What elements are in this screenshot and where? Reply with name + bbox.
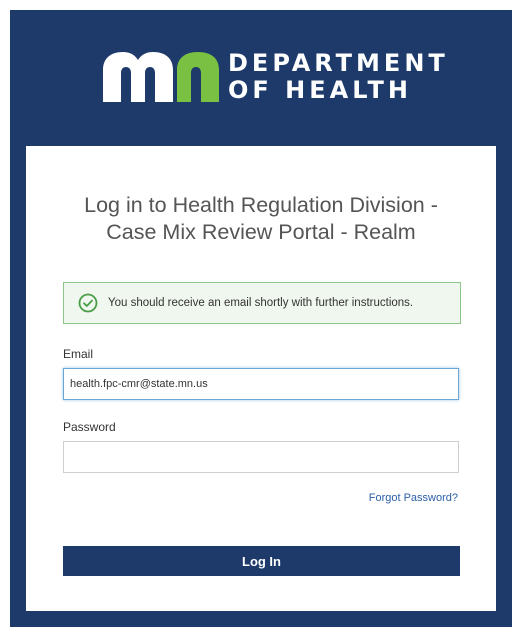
page-title: Log in to Health Regulation Division - C… [26, 192, 496, 246]
department-name: DEPARTMENT OF HEALTH [228, 50, 449, 104]
title-line2: Case Mix Review Portal - Realm [106, 220, 416, 244]
page-frame: DEPARTMENT OF HEALTH Log in to Health Re… [10, 10, 512, 627]
login-card: Log in to Health Regulation Division - C… [26, 146, 496, 611]
success-alert: You should receive an email shortly with… [63, 282, 461, 324]
check-circle-icon [78, 293, 98, 313]
login-button[interactable]: Log In [63, 546, 460, 576]
department-line1: DEPARTMENT [228, 49, 449, 77]
forgot-password-link[interactable]: Forgot Password? [369, 492, 458, 504]
email-field[interactable] [63, 368, 459, 400]
alert-message: You should receive an email shortly with… [108, 297, 414, 309]
mn-logo-icon [103, 52, 219, 102]
title-line1: Log in to Health Regulation Division - [84, 193, 438, 217]
email-label: Email [63, 347, 94, 361]
password-field[interactable] [63, 441, 459, 473]
header: DEPARTMENT OF HEALTH [10, 10, 512, 150]
department-line2: OF HEALTH [228, 76, 412, 104]
password-label: Password [63, 420, 116, 434]
